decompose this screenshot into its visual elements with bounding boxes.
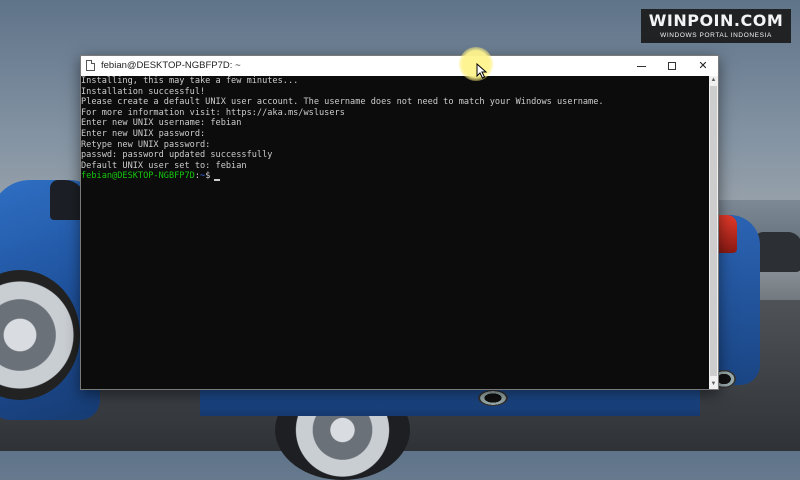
console-line: Installation successful! <box>81 86 206 97</box>
scroll-up-arrow-icon[interactable]: ▲ <box>709 76 718 85</box>
vertical-scrollbar[interactable]: ▲ ▼ <box>709 76 718 389</box>
minimize-icon <box>636 65 646 67</box>
window-title: febian@DESKTOP-NGBFP7D: ~ <box>101 60 241 71</box>
console-line: Default UNIX user set to: febian <box>81 160 247 171</box>
terminal-window[interactable]: febian@DESKTOP-NGBFP7D: ~ ✕ Installing, … <box>80 55 719 390</box>
wallpaper-car-body <box>200 386 700 416</box>
console-line: Please create a default UNIX user accoun… <box>81 97 604 108</box>
terminal-app-icon[interactable] <box>86 60 95 71</box>
wallpaper-exhaust-center <box>478 390 508 406</box>
winpoin-watermark: WINPOIN.COM WINDOWS PORTAL INDONESIA <box>641 9 791 43</box>
maximize-icon <box>668 62 676 71</box>
console-output[interactable]: Installing, this may take a few minutes.… <box>81 76 709 389</box>
prompt-symbol: $ <box>205 171 211 182</box>
close-button[interactable]: ✕ <box>688 56 718 76</box>
text-cursor <box>214 178 221 181</box>
console-line: Retype new UNIX password: <box>81 139 211 150</box>
console-line: Installing, this may take a few minutes.… <box>81 76 299 86</box>
window-titlebar[interactable]: febian@DESKTOP-NGBFP7D: ~ ✕ <box>81 56 718 76</box>
scroll-down-arrow-icon[interactable]: ▼ <box>709 380 718 389</box>
watermark-title: WINPOIN.COM <box>648 11 784 30</box>
shell-prompt-line[interactable]: febian@DESKTOP-NGBFP7D:~$ <box>81 171 709 182</box>
mouse-pointer-icon <box>476 63 488 79</box>
console-line: passwd: password updated successfully <box>81 150 273 161</box>
console-line: For more information visit: https://aka.… <box>81 107 345 118</box>
close-icon: ✕ <box>698 60 708 72</box>
console-line: Enter new UNIX password: <box>81 128 206 139</box>
maximize-button[interactable] <box>657 56 687 76</box>
prompt-user-host: febian@DESKTOP-NGBFP7D <box>81 171 195 182</box>
watermark-subtitle: WINDOWS PORTAL INDONESIA <box>660 32 772 39</box>
console-line: Enter new UNIX username: febian <box>81 118 242 129</box>
scrollbar-thumb[interactable] <box>710 86 717 376</box>
minimize-button[interactable] <box>626 56 656 76</box>
